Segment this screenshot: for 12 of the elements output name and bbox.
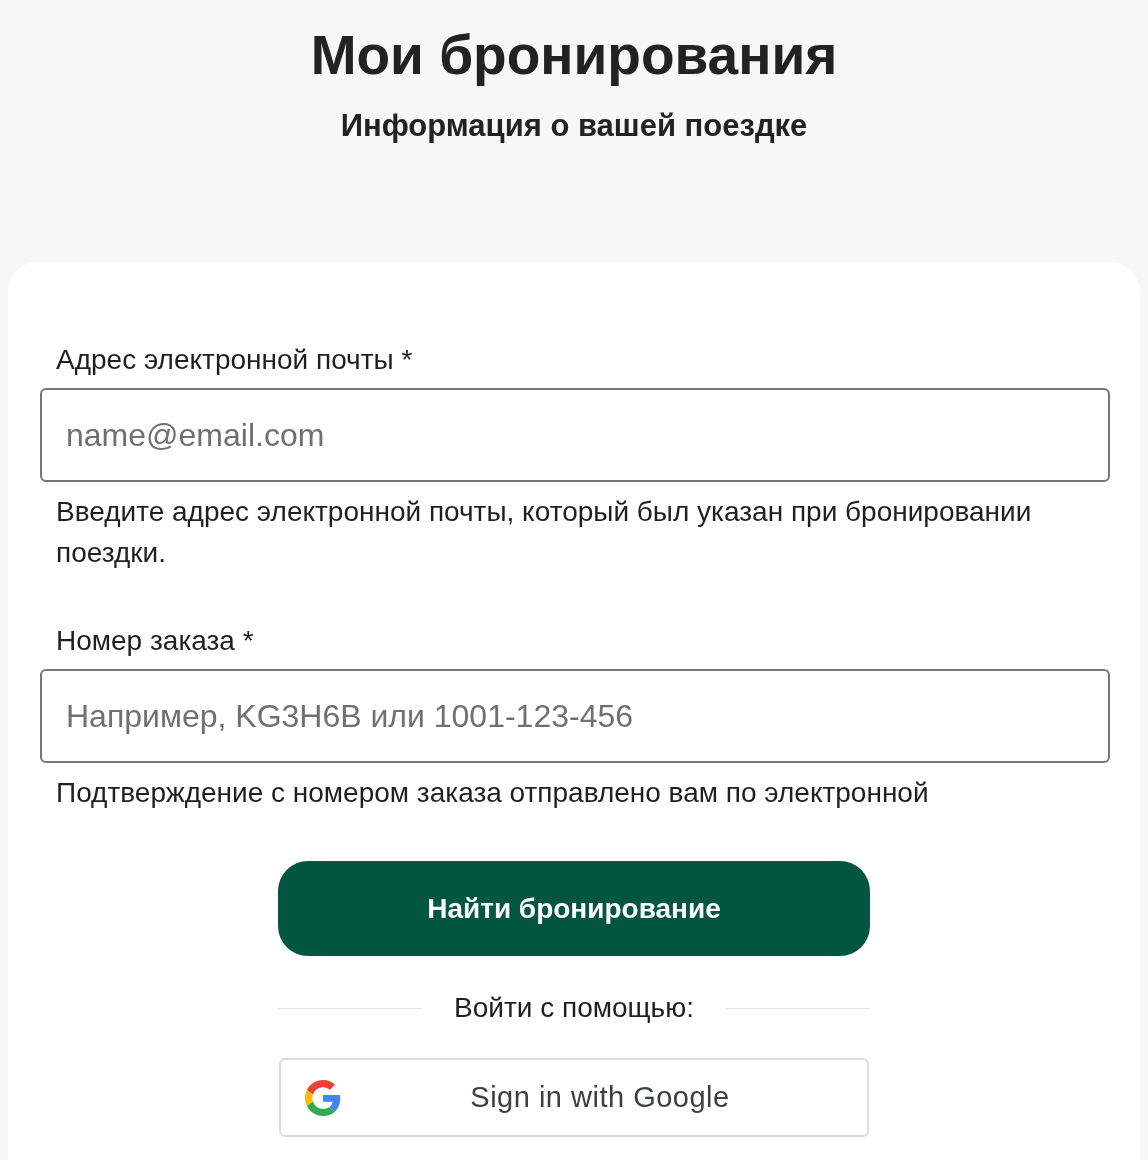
field-label: Номер заказа *: [56, 627, 254, 655]
divider-label: Войти с помощью:: [454, 993, 694, 1023]
find-booking-button[interactable]: Найти бронирование: [278, 861, 870, 956]
letter-g-icon: [305, 1080, 341, 1116]
email-field[interactable]: name@email.com: [40, 388, 1110, 482]
order-number-field[interactable]: Например, KG3H6B или 1001-123-456: [40, 669, 1110, 763]
page-subtitle: Информация о вашей поездке: [340, 109, 808, 143]
field-label: Адрес электронной почты *: [56, 346, 413, 374]
sign-in-button[interactable]: Sign in with Google: [279, 1058, 869, 1137]
page-title: Мои бронирования: [310, 23, 838, 87]
field-hint: Введите адрес электронной почты, который был указан при бронировании поездки.: [56, 495, 1033, 570]
field-hint: Подтверждение с номером заказа отправлено вам по электронной: [56, 776, 930, 810]
